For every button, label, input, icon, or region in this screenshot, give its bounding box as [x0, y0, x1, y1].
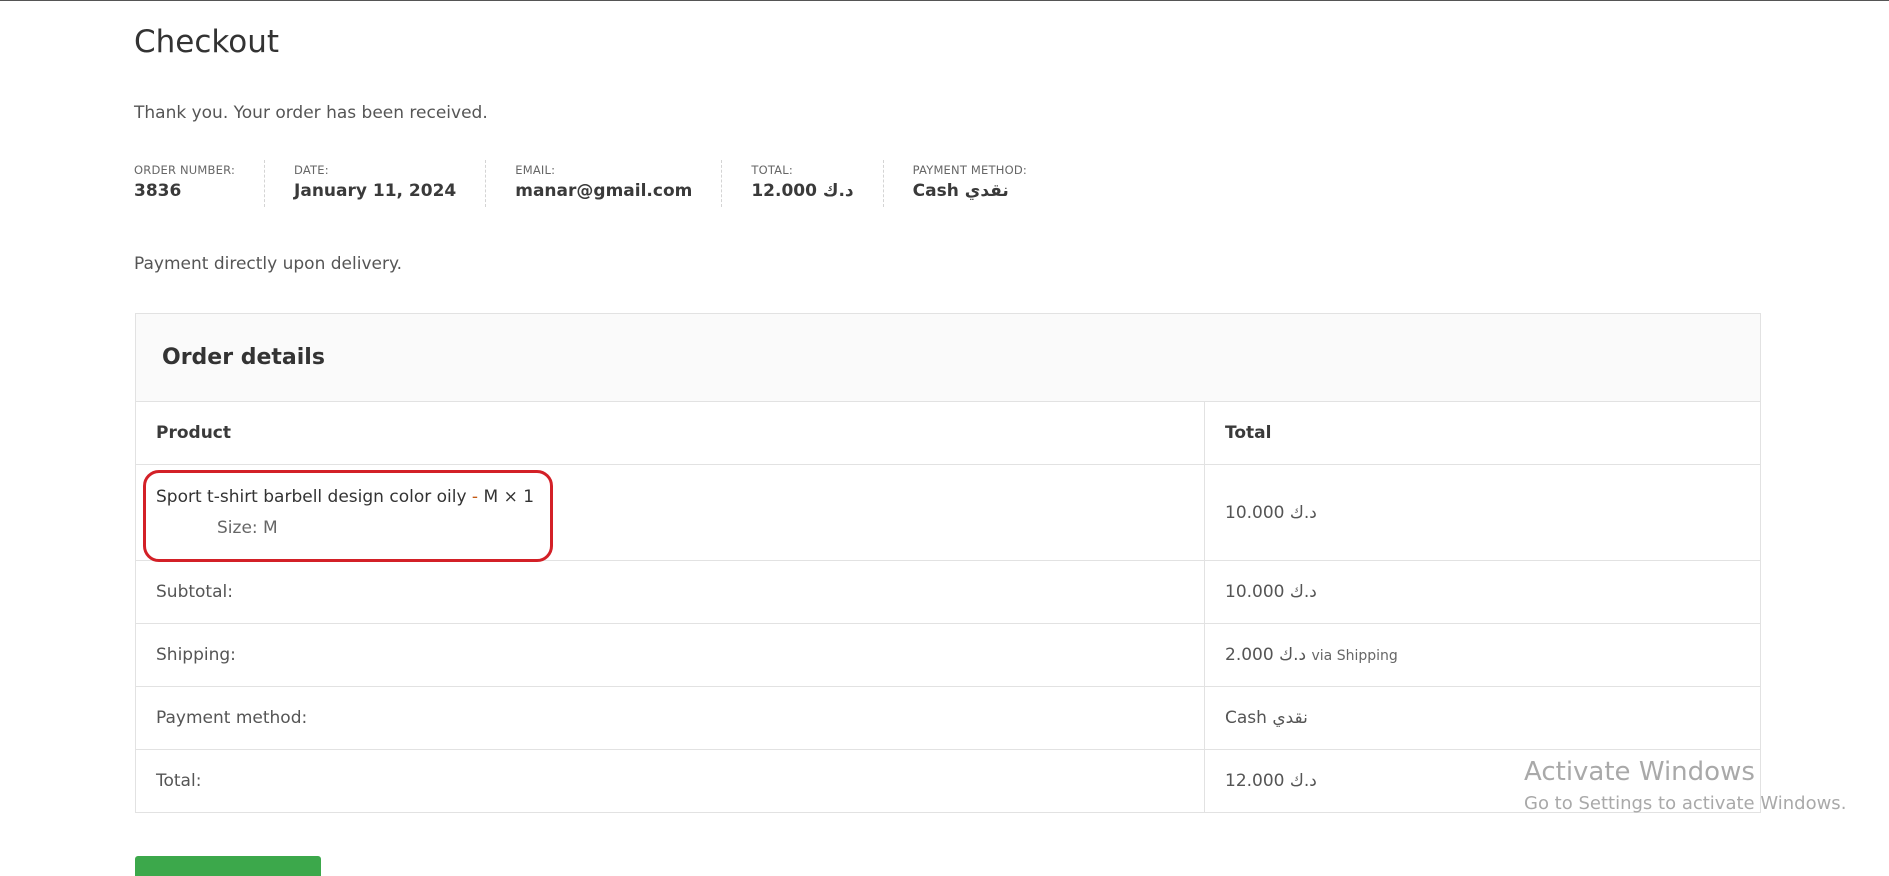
order-overview: ORDER NUMBER: 3836 DATE: January 11, 202…: [134, 160, 1056, 207]
payment-method-row-value: Cash نقدي: [1225, 708, 1308, 728]
order-number-value: 3836: [134, 181, 182, 201]
continue-button[interactable]: [135, 856, 321, 876]
table-row-shipping: Shipping: 2.000 د.ك via Shipping: [136, 623, 1760, 687]
total-label: Total:: [136, 749, 1205, 812]
payment-note: Payment directly upon delivery.: [134, 254, 403, 274]
order-details-header: Order details: [136, 314, 1760, 402]
annotation-highlight-box: [143, 470, 553, 562]
order-number-label: ORDER NUMBER:: [134, 163, 236, 177]
shipping-cell: 2.000 د.ك via Shipping: [1204, 623, 1760, 687]
payment-method-row-label: Payment method:: [136, 686, 1205, 750]
order-date-label: DATE:: [294, 163, 329, 177]
order-total-value: د.ك 12.000: [751, 181, 854, 201]
payment-method-value: Cash نقدي: [912, 181, 1009, 201]
thankyou-message: Thank you. Your order has been received.: [134, 103, 488, 123]
watermark-title: Activate Windows: [1524, 757, 1755, 787]
order-date-item: DATE: January 11, 2024: [264, 160, 485, 207]
windows-activation-watermark: Activate Windows Go to Settings to activ…: [1524, 757, 1846, 814]
watermark-subtitle: Go to Settings to activate Windows.: [1524, 793, 1847, 814]
table-header-row: Product Total: [136, 402, 1760, 465]
payment-method-row-cell: Cash نقدي: [1204, 686, 1760, 750]
total-value: 12.000 د.ك: [1225, 771, 1317, 791]
payment-method-item: PAYMENT METHOD: Cash نقدي: [882, 160, 1056, 207]
payment-method-label: PAYMENT METHOD:: [912, 163, 1027, 177]
top-border: [0, 0, 1889, 1]
table-row-payment-method: Payment method: Cash نقدي: [136, 686, 1760, 750]
subtotal-value: 10.000 د.ك: [1225, 582, 1317, 602]
order-number-item: ORDER NUMBER: 3836: [134, 160, 264, 207]
order-total-label: TOTAL:: [751, 163, 793, 177]
subtotal-cell: 10.000 د.ك: [1204, 560, 1760, 624]
order-details-title: Order details: [162, 345, 325, 370]
order-details-table: Product Total Sport t-shirt barbell desi…: [136, 402, 1760, 812]
product-total-cell: 10.000 د.ك: [1204, 464, 1760, 561]
shipping-label: Shipping:: [136, 623, 1205, 687]
column-header-total: Total: [1225, 423, 1272, 443]
product-total-value: 10.000 د.ك: [1225, 502, 1317, 523]
table-row-total: Total: 12.000 د.ك: [136, 749, 1760, 812]
order-email-item: EMAIL: manar@gmail.com: [485, 160, 721, 207]
table-row-subtotal: Subtotal: 10.000 د.ك: [136, 560, 1760, 624]
page-title: Checkout: [134, 24, 280, 60]
order-date-value: January 11, 2024: [294, 181, 457, 201]
subtotal-label: Subtotal:: [136, 560, 1205, 624]
order-email-value: manar@gmail.com: [515, 181, 693, 201]
shipping-method-note: via Shipping: [1311, 648, 1398, 664]
order-email-label: EMAIL:: [515, 163, 556, 177]
shipping-value: 2.000 د.ك: [1225, 645, 1307, 665]
order-total-item: TOTAL: د.ك 12.000: [721, 160, 882, 207]
order-details-panel: Order details Product Total Sport t-shir…: [135, 313, 1761, 813]
column-header-product: Product: [136, 402, 1205, 465]
